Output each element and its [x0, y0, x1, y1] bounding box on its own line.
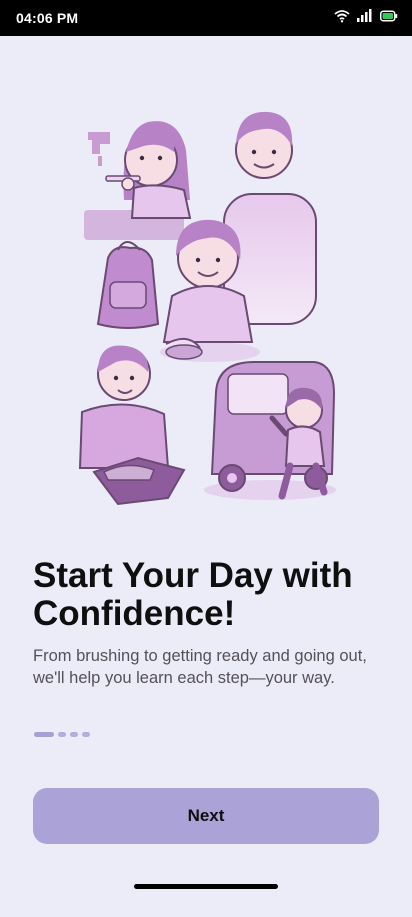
- next-button[interactable]: Next: [33, 788, 379, 844]
- page-indicator: [34, 732, 90, 737]
- backpack: [96, 241, 160, 329]
- ironing-clothes-scene: [78, 345, 186, 506]
- brushing-teeth-scene: [84, 121, 192, 240]
- status-icons: [334, 9, 398, 23]
- wifi-icon: [334, 10, 350, 23]
- home-indicator[interactable]: [134, 884, 278, 889]
- onboarding-description: From brushing to getting ready and going…: [33, 647, 367, 687]
- signal-icon: [357, 9, 372, 22]
- daily-routine-illustration: [68, 100, 348, 510]
- status-time: 04:06 PM: [16, 10, 79, 26]
- onboarding-title: Start Your Day with Confidence!: [33, 556, 353, 633]
- page-dot-active: [34, 732, 54, 737]
- page-dot: [82, 732, 90, 737]
- battery-icon: [380, 10, 398, 22]
- page-dot: [70, 732, 78, 737]
- status-bar: 04:06 PM: [0, 0, 412, 36]
- page-dot: [58, 732, 66, 737]
